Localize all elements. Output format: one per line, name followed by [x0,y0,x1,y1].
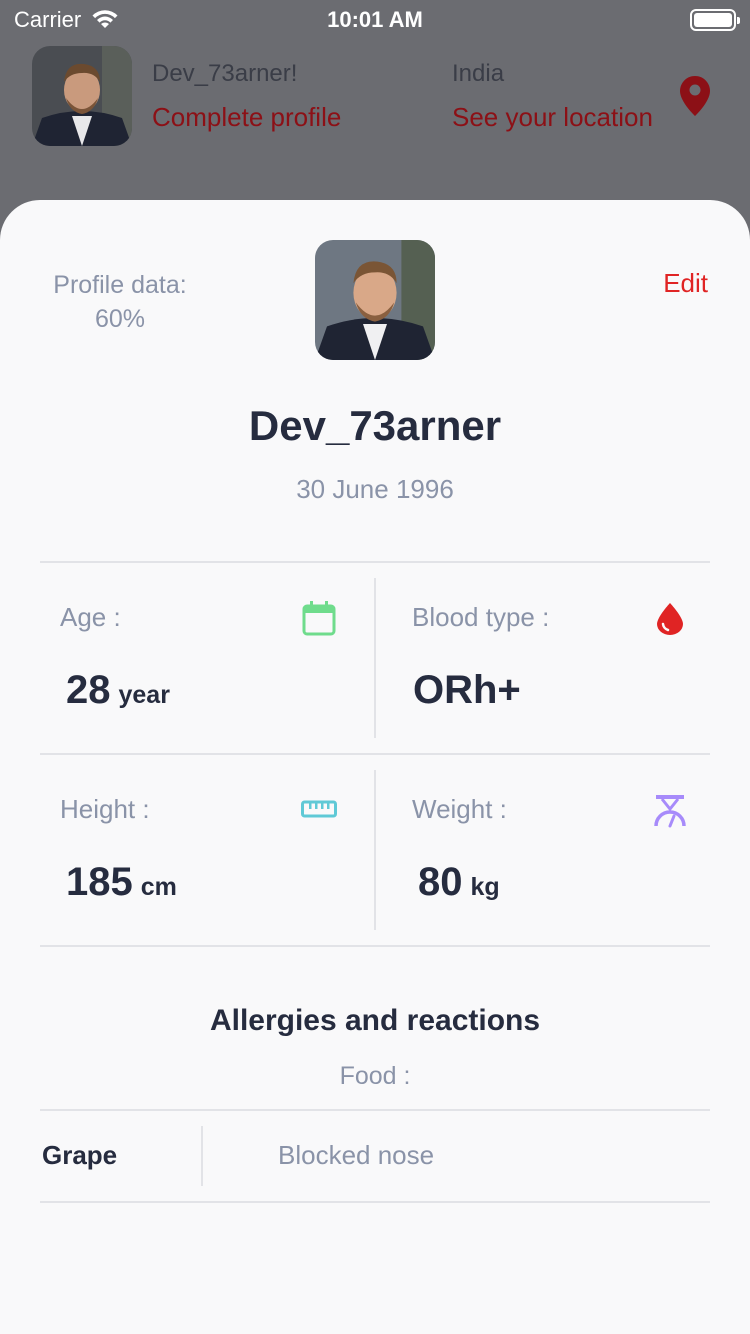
age-number: 28 [66,668,111,712]
battery-icon [690,9,740,31]
height-unit: cm [140,873,177,901]
age-label: Age : [60,602,121,632]
complete-profile-link[interactable]: Complete profile [152,102,341,133]
divider [40,1201,710,1203]
divider [374,770,376,930]
profile-dob: 30 June 1996 [296,474,454,504]
blood-type-label: Blood type : [412,602,550,632]
profile-data-label: Profile data: [53,271,187,299]
height-number: 185 [66,860,133,904]
blood-type-text: ORh+ [413,668,521,712]
height-value: 185 cm [66,860,177,905]
divider [40,561,710,563]
profile-data-percent: 60% [94,305,146,333]
divider [40,753,710,755]
height-label: Height : [60,794,150,824]
profile-sheet: Profile data: 60% Edit Dev_73arner 30 Ju… [0,200,750,1334]
allergy-category: Food : [339,1062,411,1090]
see-location-link[interactable]: See your location [452,102,653,133]
weight-label: Weight : [412,794,507,824]
allergy-item-reaction: Blocked nose [278,1140,435,1170]
header-avatar[interactable] [32,46,132,146]
weight-unit: kg [470,873,500,901]
divider [40,945,710,947]
allergy-item-name: Grape [42,1140,118,1170]
divider [40,1109,710,1111]
avatar-portrait [315,240,435,360]
weight-number: 80 [418,860,463,904]
profile-name: Dev_73arner [248,402,502,449]
edit-button[interactable]: Edit [663,268,708,299]
location-pin-icon[interactable] [680,76,710,116]
age-value: 28 year [66,668,170,713]
avatar-portrait [32,46,132,146]
header: Dev_73arner! Complete profile India See … [0,40,750,180]
status-bar: Carrier 10:01 AM [0,0,750,40]
divider [201,1126,203,1186]
calendar-icon [302,601,336,636]
age-unit: year [118,681,170,709]
profile-avatar[interactable] [315,240,435,360]
blood-drop-icon [657,603,683,635]
ruler-icon [301,800,337,818]
header-country: India [452,60,505,87]
divider [374,578,376,738]
blood-type-value: ORh+ [413,668,521,713]
clock: 10:01 AM [327,7,423,32]
scale-icon [654,795,686,828]
header-username: Dev_73arner! [152,60,298,87]
profile-completion: Profile data: 60% [40,268,200,336]
weight-value: 80 kg [418,860,500,905]
allergies-title: Allergies and reactions [209,1004,541,1037]
